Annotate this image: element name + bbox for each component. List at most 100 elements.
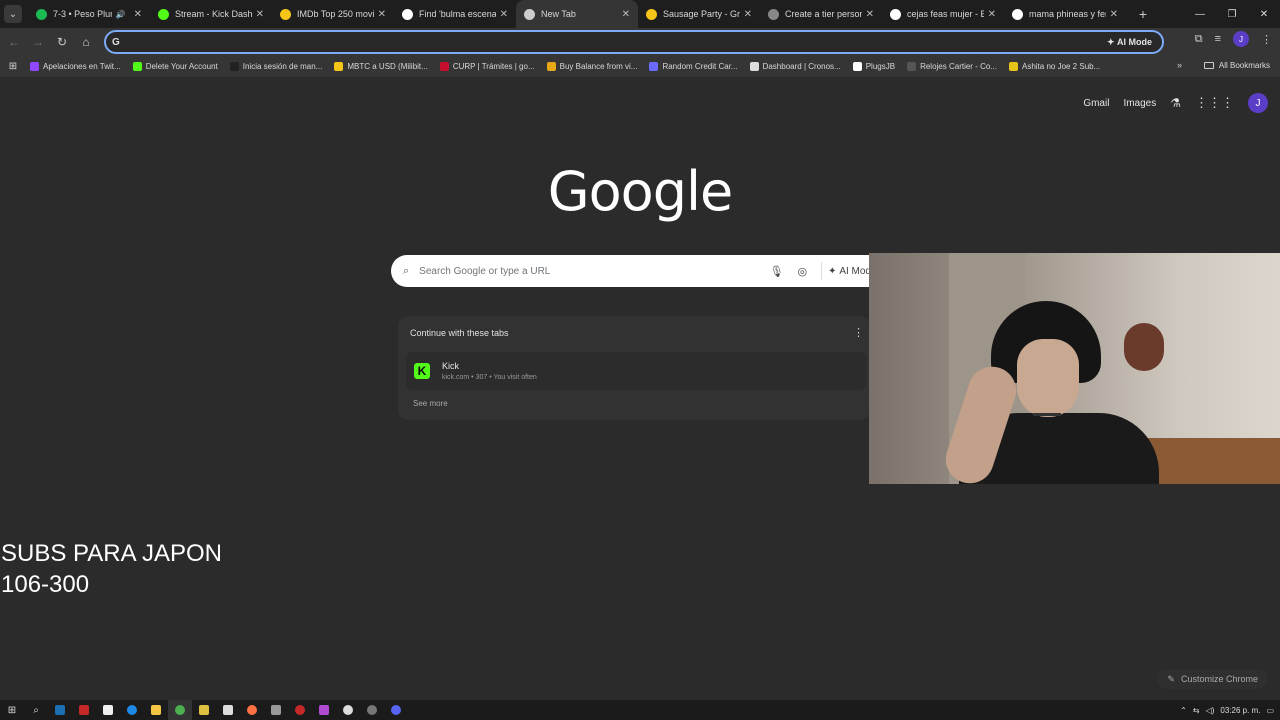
app-red-icon[interactable]	[72, 700, 96, 720]
bookmark-item[interactable]: Dashboard | Cronos...	[744, 62, 847, 71]
home-icon[interactable]: ⌂	[74, 30, 98, 54]
windows-start-icon[interactable]: ⊞	[0, 700, 24, 720]
google-icon	[1012, 8, 1023, 20]
file-icon[interactable]	[96, 700, 120, 720]
close-tab-icon[interactable]: ✕	[378, 9, 386, 20]
tab-title: Find 'bulma escenas	[419, 9, 496, 19]
ai-mode-button[interactable]: ✦ AI Mode	[1101, 33, 1158, 51]
steam-icon[interactable]	[48, 700, 72, 720]
close-tab-icon[interactable]: ✕	[1110, 9, 1118, 20]
close-tab-icon[interactable]: ✕	[744, 9, 752, 20]
clock[interactable]: 03:26 p. m.	[1220, 706, 1260, 715]
google-logo: Google	[547, 160, 733, 223]
folder-taskbar-icon[interactable]	[144, 700, 168, 720]
bookmark-item[interactable]: CURP | Trámites | go...	[434, 62, 541, 71]
tab-active[interactable]: New Tab ✕	[516, 0, 638, 28]
close-tab-icon[interactable]: ✕	[500, 9, 508, 20]
continue-tab-item[interactable]: K Kick kick.com • 307 • You visit often	[406, 352, 866, 390]
new-tab-button[interactable]: +	[1132, 6, 1154, 22]
restore-icon[interactable]: ❐	[1216, 0, 1248, 28]
bookmark-item[interactable]: PlugsJB	[847, 62, 901, 71]
bookmark-item[interactable]: Random Credit Car...	[643, 62, 743, 71]
apps-icon[interactable]: ⊞	[2, 61, 24, 72]
tab[interactable]: 7-3 • Peso Pluma 🔊 ✕	[28, 0, 150, 28]
see-more-link[interactable]: See more	[413, 399, 448, 408]
stream-overlay-text: SUBS PARA JAPON 106-300	[1, 538, 222, 600]
tab[interactable]: Find 'bulma escenas ✕	[394, 0, 516, 28]
all-bookmarks-button[interactable]: All Bookmarks	[1203, 61, 1270, 70]
bookmark-label: Delete Your Account	[145, 62, 218, 71]
lens-camera-icon[interactable]: ◎	[798, 265, 808, 278]
media-controls-icon[interactable]: ≡	[1215, 33, 1221, 45]
close-tab-icon[interactable]: ✕	[134, 9, 142, 20]
app-grid-icon[interactable]	[312, 700, 336, 720]
google-apps-icon[interactable]: ⋮⋮⋮	[1195, 95, 1234, 111]
customize-chrome-button[interactable]: ✎ Customize Chrome	[1157, 669, 1268, 689]
reload-icon[interactable]: ↻	[50, 30, 74, 54]
app-gear-icon[interactable]	[264, 700, 288, 720]
speaker-icon[interactable]: 🔊	[116, 10, 126, 19]
close-tab-icon[interactable]: ✕	[866, 9, 874, 20]
search-ai-mode-button[interactable]: ✦ AI Mod	[821, 262, 871, 280]
tab[interactable]: Create a tier persona ✕	[760, 0, 882, 28]
network-icon[interactable]: ⇆	[1193, 706, 1200, 715]
edge-icon[interactable]	[120, 700, 144, 720]
close-tab-icon[interactable]: ✕	[622, 9, 630, 20]
tab[interactable]: IMDb Top 250 movies ✕	[272, 0, 394, 28]
search-placeholder[interactable]: Search Google or type a URL	[419, 266, 769, 277]
bookmarks-overflow-icon[interactable]: »	[1177, 60, 1182, 70]
bookmark-item[interactable]: Buy Balance from vi...	[541, 62, 644, 71]
overlay-line-2: 106-300	[1, 571, 90, 598]
profile-avatar[interactable]: J	[1233, 31, 1249, 47]
bookmark-item[interactable]: Ashita no Joe 2 Sub...	[1003, 62, 1106, 71]
back-icon[interactable]: ←	[2, 30, 26, 54]
continue-tabs-card: Continue with these tabs ⋮ K Kick kick.c…	[398, 316, 870, 420]
app-shield-icon[interactable]	[216, 700, 240, 720]
obs-icon[interactable]	[336, 700, 360, 720]
close-window-icon[interactable]: ✕	[1248, 0, 1280, 28]
toolbar-actions: ⧉ ≡ J ⋮	[1195, 31, 1272, 47]
bookmark-favicon-icon	[649, 62, 659, 71]
menu-icon[interactable]: ⋮	[1261, 33, 1272, 46]
microphone-icon[interactable]: 🎙	[770, 265, 784, 278]
bookmark-item[interactable]: MBTC a USD (Milibit...	[328, 62, 433, 71]
account-avatar[interactable]: J	[1248, 93, 1268, 113]
tab[interactable]: cejas feas mujer - Bu ✕	[882, 0, 1004, 28]
labs-flask-icon[interactable]: ⚗	[1170, 96, 1181, 110]
firefox-icon[interactable]	[240, 700, 264, 720]
chrome-taskbar-icon[interactable]	[168, 700, 192, 720]
images-link[interactable]: Images	[1123, 98, 1156, 109]
bookmark-item[interactable]: Apelaciones en Twit...	[24, 62, 127, 71]
gmail-link[interactable]: Gmail	[1083, 98, 1109, 109]
tab[interactable]: Sausage Party - Gree ✕	[638, 0, 760, 28]
chevron-up-icon[interactable]: ⌃	[1180, 706, 1187, 715]
tabs-container: 7-3 • Peso Pluma🔊✕Stream - Kick Dashbo✕I…	[28, 0, 1126, 28]
address-input[interactable]	[127, 36, 1101, 48]
volume-icon[interactable]: ◁)	[1206, 706, 1215, 715]
app-yellow-icon[interactable]	[192, 700, 216, 720]
notifications-icon[interactable]: ▭	[1266, 706, 1274, 715]
bookmark-item[interactable]: Inicia sesión de man...	[224, 62, 329, 71]
bookmark-item[interactable]: Delete Your Account	[127, 62, 224, 71]
tiermaker-icon	[768, 8, 779, 20]
tab[interactable]: Stream - Kick Dashbo ✕	[150, 0, 272, 28]
search-taskbar-icon[interactable]: ⌕	[24, 700, 48, 720]
bookmark-label: CURP | Trámites | go...	[452, 62, 535, 71]
forward-icon[interactable]: →	[26, 30, 50, 54]
minimize-icon[interactable]: —	[1184, 0, 1216, 28]
card-menu-icon[interactable]: ⋮	[853, 326, 864, 339]
extensions-icon[interactable]: ⧉	[1195, 33, 1203, 46]
tab[interactable]: mama phineas y ferb ✕	[1004, 0, 1126, 28]
bookmark-item[interactable]: Relojes Cartier - Co...	[901, 62, 1003, 71]
bookmark-label: Random Credit Car...	[662, 62, 738, 71]
ntp-search-box[interactable]: ⌕ Search Google or type a URL 🎙 ◎ ✦ AI M…	[391, 255, 871, 287]
continue-tab-title: Kick	[442, 361, 460, 371]
bookmark-favicon-icon	[546, 62, 556, 71]
discord-icon[interactable]	[384, 700, 408, 720]
tab-search-button[interactable]: ⌄	[4, 5, 22, 23]
opera-icon[interactable]	[288, 700, 312, 720]
close-tab-icon[interactable]: ✕	[988, 9, 996, 20]
close-tab-icon[interactable]: ✕	[256, 9, 264, 20]
address-bar[interactable]: G ✦ AI Mode	[104, 30, 1164, 54]
app-circle-icon[interactable]	[360, 700, 384, 720]
